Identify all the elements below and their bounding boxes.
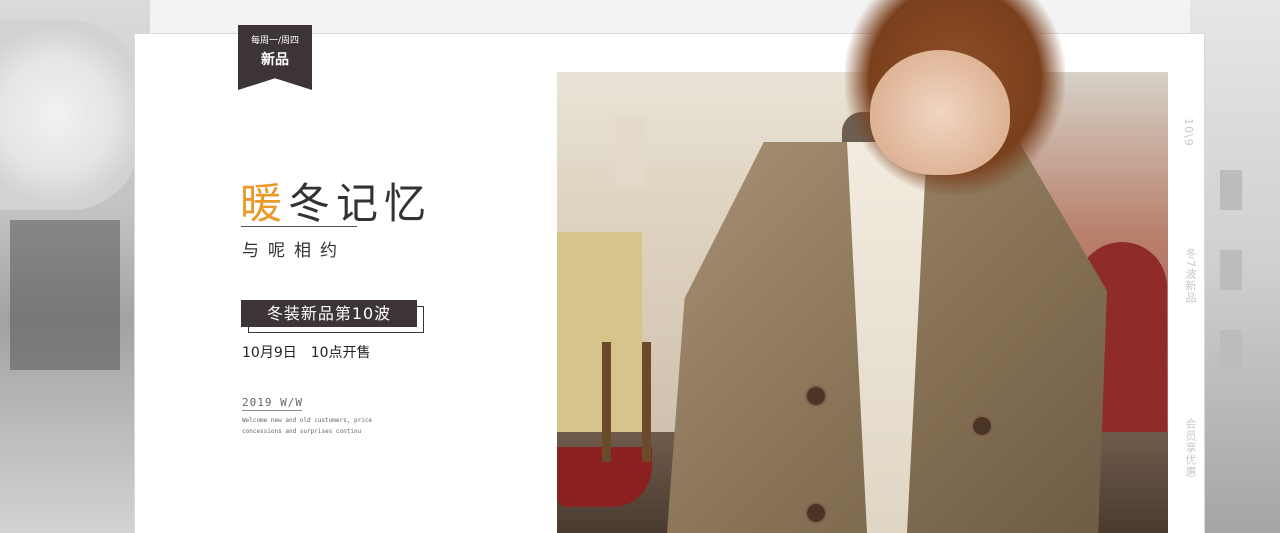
headline-rest: 冬记忆 (288, 179, 433, 228)
side-wave-text: 冬7波新品 (1184, 248, 1197, 304)
background-window (1220, 250, 1242, 290)
headline: 暖冬记忆 (240, 170, 432, 231)
background-window (1220, 170, 1242, 210)
headline-accent: 暖 (240, 179, 289, 228)
headline-divider (241, 226, 357, 227)
side-member-text: 会员享优惠 (1184, 418, 1197, 478)
side-date-text: 10\9 (1182, 118, 1195, 147)
bell-tower (615, 117, 645, 187)
badge-schedule: 每周一/周四 (250, 36, 300, 46)
promo-date: 10月9日 (242, 345, 297, 361)
mooring-pole (642, 342, 651, 462)
coat-button (805, 385, 827, 407)
background-turtleneck (10, 220, 120, 370)
left-background-model-photo (0, 0, 150, 533)
coat-button (971, 415, 993, 437)
welcome-text: Welcome new and old customers, price con… (242, 417, 373, 435)
season-underline (242, 410, 302, 411)
mooring-pole (602, 342, 611, 462)
background-face (0, 20, 140, 210)
yellow-building (557, 232, 642, 462)
background-window (1220, 330, 1242, 370)
model-face (870, 50, 1010, 175)
subtitle: 与呢相约 (242, 241, 346, 261)
promo-date-line: 10月9日 10点开售 (242, 342, 385, 362)
coat-button (805, 502, 827, 524)
promo-time: 10点开售 (310, 345, 371, 361)
badge-label: 新品 (261, 52, 289, 68)
promo-wave-label: 冬装新品第10波 (241, 300, 417, 327)
season-label: 2019 W/W (242, 396, 303, 409)
